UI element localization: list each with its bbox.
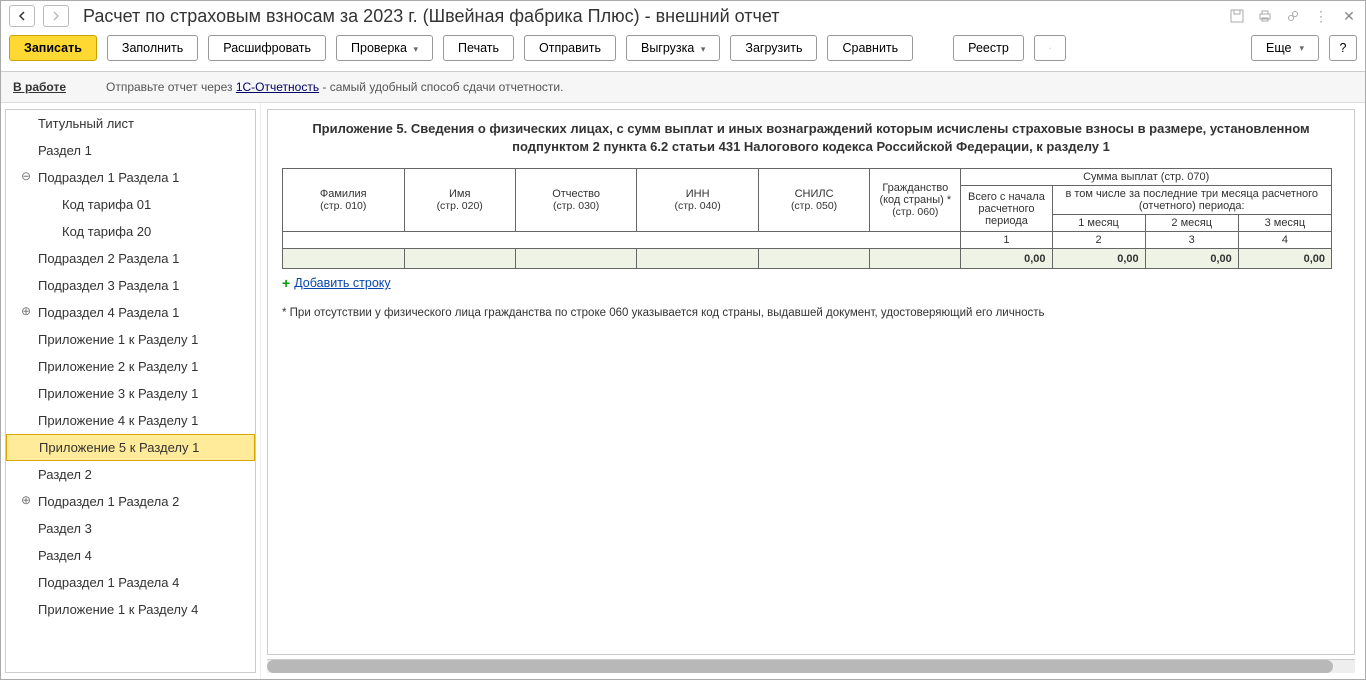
status-message: Отправьте отчет через 1С-Отчетность - са… bbox=[106, 80, 563, 94]
window-title: Расчет по страховым взносам за 2023 г. (… bbox=[77, 6, 1221, 27]
tree-node[interactable]: Код тарифа 20 bbox=[6, 218, 255, 245]
more-button[interactable]: Еще bbox=[1251, 35, 1319, 61]
link-icon[interactable] bbox=[1285, 8, 1301, 24]
print-icon[interactable] bbox=[1257, 8, 1273, 24]
table-row[interactable]: 0,00 0,00 0,00 0,00 bbox=[283, 249, 1332, 269]
tree-node-label: Приложение 1 к Разделу 4 bbox=[38, 602, 198, 617]
persons-table: Фамилия(стр. 010) Имя(стр. 020) Отчество… bbox=[282, 168, 1332, 269]
tree-node[interactable]: Приложение 4 к Разделу 1 bbox=[6, 407, 255, 434]
tree-node-label: Подраздел 4 Раздела 1 bbox=[38, 305, 179, 320]
add-row-link[interactable]: Добавить строку bbox=[294, 276, 390, 290]
reporting-link[interactable]: 1С-Отчетность bbox=[236, 80, 319, 94]
save-icon[interactable] bbox=[1229, 8, 1245, 24]
expander-icon[interactable]: ⊕ bbox=[20, 494, 32, 506]
expander-icon[interactable]: ⊕ bbox=[20, 305, 32, 317]
tree-node[interactable]: Подраздел 3 Раздела 1 bbox=[6, 272, 255, 299]
tree-node[interactable]: Раздел 2 bbox=[6, 461, 255, 488]
help-button[interactable]: ? bbox=[1329, 35, 1357, 61]
horizontal-scrollbar[interactable] bbox=[267, 659, 1355, 673]
tree-node-label: Код тарифа 20 bbox=[62, 224, 151, 239]
tree-node[interactable]: Приложение 1 к Разделу 4 bbox=[6, 596, 255, 623]
registry-button[interactable]: Реестр bbox=[953, 35, 1024, 61]
tree-node[interactable]: Приложение 1 к Разделу 1 bbox=[6, 326, 255, 353]
back-button[interactable] bbox=[9, 5, 35, 27]
load-button[interactable]: Загрузить bbox=[730, 35, 817, 61]
export-button[interactable]: Выгрузка bbox=[626, 35, 720, 61]
attach-button[interactable] bbox=[1034, 35, 1066, 61]
tree-node-label: Подраздел 1 Раздела 2 bbox=[38, 494, 179, 509]
tree-node[interactable]: Подраздел 2 Раздела 1 bbox=[6, 245, 255, 272]
save-button[interactable]: Записать bbox=[9, 35, 97, 61]
print-button[interactable]: Печать bbox=[443, 35, 514, 61]
tree-node-label: Раздел 1 bbox=[38, 143, 92, 158]
tree-node-label: Код тарифа 01 bbox=[62, 197, 151, 212]
tree-node[interactable]: Приложение 3 к Разделу 1 bbox=[6, 380, 255, 407]
tree-node[interactable]: ⊖ Подраздел 1 Раздела 1 bbox=[6, 164, 255, 191]
status-state[interactable]: В работе bbox=[13, 80, 66, 94]
tree-node[interactable]: ⊕ Подраздел 1 Раздела 2 bbox=[6, 488, 255, 515]
section-tree[interactable]: Титульный лист Раздел 1 ⊖ Подраздел 1 Разде… bbox=[5, 109, 256, 673]
plus-icon: + bbox=[282, 275, 290, 291]
send-button[interactable]: Отправить bbox=[524, 35, 616, 61]
decode-button[interactable]: Расшифровать bbox=[208, 35, 326, 61]
fill-button[interactable]: Заполнить bbox=[107, 35, 198, 61]
kebab-icon[interactable]: ⋮ bbox=[1313, 8, 1329, 24]
tree-node-label: Приложение 1 к Разделу 1 bbox=[38, 332, 198, 347]
tree-node[interactable]: ⊕ Подраздел 4 Раздела 1 bbox=[6, 299, 255, 326]
tree-node-label: Подраздел 1 Раздела 1 bbox=[38, 170, 179, 185]
tree-node[interactable]: Подраздел 1 Раздела 4 bbox=[6, 569, 255, 596]
footnote: * При отсутствии у физического лица граж… bbox=[282, 307, 1340, 319]
tree-node-label: Раздел 3 bbox=[38, 521, 92, 536]
compare-button[interactable]: Сравнить bbox=[827, 35, 913, 61]
tree-node-label: Приложение 5 к Разделу 1 bbox=[39, 440, 199, 455]
tree-node-label: Раздел 2 bbox=[38, 467, 92, 482]
tree-node[interactable]: Раздел 4 bbox=[6, 542, 255, 569]
forward-button[interactable] bbox=[43, 5, 69, 27]
tree-node[interactable]: Раздел 3 bbox=[6, 515, 255, 542]
tree-node-label: Приложение 4 к Разделу 1 bbox=[38, 413, 198, 428]
expander-icon[interactable]: ⊖ bbox=[20, 170, 32, 182]
tree-node[interactable]: Раздел 1 bbox=[6, 137, 255, 164]
tree-node-label: Раздел 4 bbox=[38, 548, 92, 563]
close-icon[interactable]: ✕ bbox=[1341, 8, 1357, 24]
sheet-title: Приложение 5. Сведения о физических лица… bbox=[282, 120, 1340, 156]
tree-node[interactable]: Титульный лист bbox=[6, 110, 255, 137]
tree-node[interactable]: Приложение 5 к Разделу 1 bbox=[6, 434, 255, 461]
tree-node-label: Подраздел 2 Раздела 1 bbox=[38, 251, 179, 266]
tree-node-label: Подраздел 3 Раздела 1 bbox=[38, 278, 179, 293]
tree-node-label: Приложение 2 к Разделу 1 bbox=[38, 359, 198, 374]
tree-node-label: Приложение 3 к Разделу 1 bbox=[38, 386, 198, 401]
tree-node-label: Подраздел 1 Раздела 4 bbox=[38, 575, 179, 590]
tree-node[interactable]: Приложение 2 к Разделу 1 bbox=[6, 353, 255, 380]
tree-node[interactable]: Код тарифа 01 bbox=[6, 191, 255, 218]
tree-node-label: Титульный лист bbox=[38, 116, 134, 131]
check-button[interactable]: Проверка bbox=[336, 35, 433, 61]
